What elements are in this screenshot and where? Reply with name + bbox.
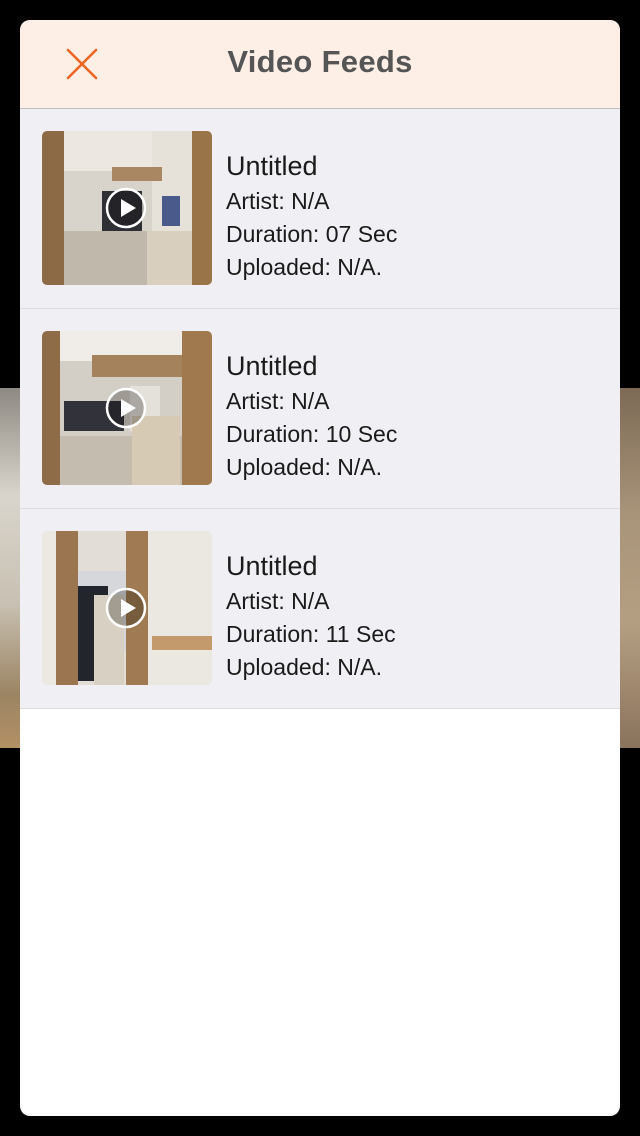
video-artist: Artist: N/A — [226, 188, 330, 214]
video-feed-list: Untitled Artist: N/A Duration: 07 Sec Up… — [20, 109, 620, 709]
video-duration: Duration: 07 Sec — [226, 221, 398, 247]
video-feed-details: Untitled Artist: N/A Duration: 10 Sec Up… — [226, 349, 397, 484]
video-title: Untitled — [226, 551, 318, 581]
play-icon[interactable] — [105, 187, 147, 229]
video-uploaded: Uploaded: N/A. — [226, 454, 382, 480]
video-feed-details: Untitled Artist: N/A Duration: 11 Sec Up… — [226, 549, 396, 684]
camera-background-right-edge — [618, 388, 640, 748]
camera-background-left-edge — [0, 388, 22, 748]
video-title: Untitled — [226, 351, 318, 381]
video-artist: Artist: N/A — [226, 588, 330, 614]
video-uploaded: Uploaded: N/A. — [226, 654, 382, 680]
video-feed-item[interactable]: Untitled Artist: N/A Duration: 10 Sec Up… — [20, 309, 620, 509]
video-feed-details: Untitled Artist: N/A Duration: 07 Sec Up… — [226, 149, 397, 284]
video-title: Untitled — [226, 151, 318, 181]
video-duration: Duration: 10 Sec — [226, 421, 398, 447]
video-thumbnail[interactable] — [42, 131, 212, 285]
video-thumbnail[interactable] — [42, 331, 212, 485]
video-feed-item[interactable]: Untitled Artist: N/A Duration: 11 Sec Up… — [20, 509, 620, 709]
video-uploaded: Uploaded: N/A. — [226, 254, 382, 280]
play-icon[interactable] — [105, 587, 147, 629]
modal-header: Video Feeds — [20, 20, 620, 109]
video-thumbnail[interactable] — [42, 531, 212, 685]
page-title: Video Feeds — [227, 44, 413, 79]
video-duration: Duration: 11 Sec — [226, 621, 396, 647]
video-feed-item[interactable]: Untitled Artist: N/A Duration: 07 Sec Up… — [20, 109, 620, 309]
play-icon[interactable] — [105, 387, 147, 429]
video-feeds-modal: Video Feeds Untitled Artist: N/A Duratio… — [20, 20, 620, 1116]
app-screen: Video Feeds Untitled Artist: N/A Duratio… — [0, 0, 640, 1136]
video-artist: Artist: N/A — [226, 388, 330, 414]
